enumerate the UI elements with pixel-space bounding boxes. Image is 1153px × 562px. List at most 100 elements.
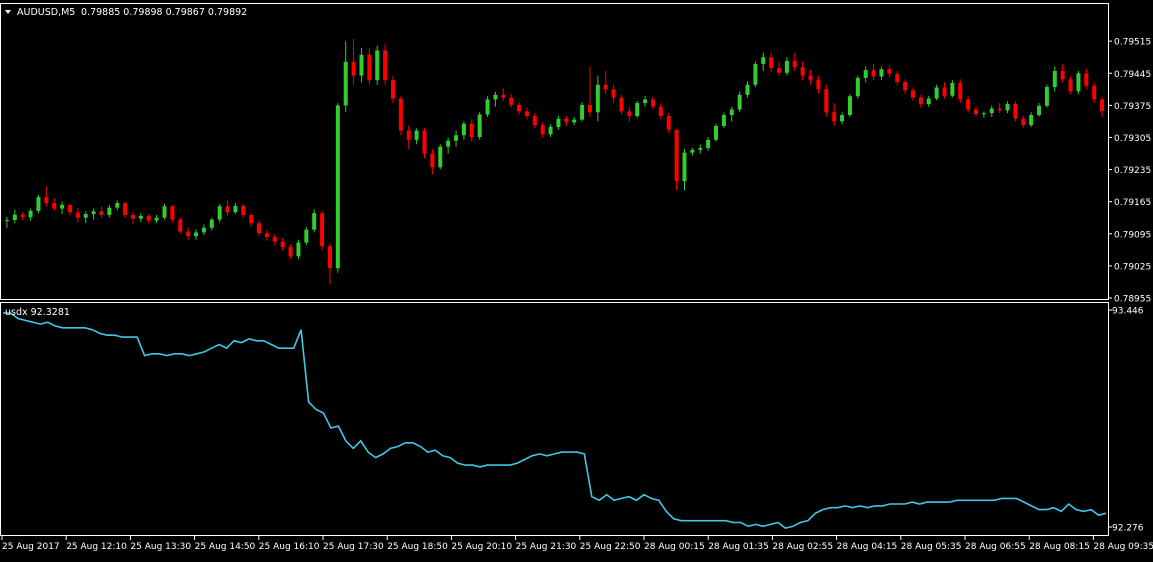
candle-body [75,212,80,218]
candle-body [36,197,41,211]
time-tick-label: 25 Aug 2017 [2,542,60,552]
candle-body [375,50,380,81]
candle-body [501,94,506,98]
candle [398,96,403,136]
candle-body [950,82,955,96]
time-tick-label: 25 Aug 12:10 [66,542,127,552]
candle-body [1013,104,1018,119]
candle [847,93,852,117]
candle-body [682,152,687,182]
candle-body [272,237,277,242]
candle-body [178,219,183,232]
candle-body [509,97,514,105]
candle-body [335,105,340,269]
time-tick-label: 28 Aug 01:35 [708,542,769,552]
candle-body [532,115,537,126]
candle-body [690,149,695,153]
time-tick-label: 25 Aug 16:10 [259,542,320,552]
candle [580,102,585,122]
candle-body [44,197,49,204]
candle-body [910,90,915,98]
candle-body [658,106,663,116]
time-tick-label: 28 Aug 00:15 [644,542,705,552]
candle-body [83,214,88,218]
price-tick-label: 0.79305 [1114,134,1151,144]
indicator-label: usdx 92.3281 [5,307,70,318]
candle-body [934,87,939,99]
candle-body [241,205,246,215]
candle-body [619,97,624,112]
price-tick-label: 0.79515 [1114,38,1151,48]
candle-body [288,247,293,257]
candle-body [769,57,774,69]
candle-body [233,205,238,213]
candle [824,84,829,117]
candle [217,203,222,223]
time-tick-label: 28 Aug 02:55 [772,542,833,552]
candle [635,100,640,118]
time-tick-label: 28 Aug 08:15 [1029,542,1090,552]
price-axis: 0.79515 0.79445 0.79375 0.79305 0.79235 0.791… [1108,38,1151,305]
candle-body [926,98,931,105]
candle-body [792,60,797,68]
candle-body [580,104,585,120]
candle-body [1005,104,1010,111]
price-tick-label: 0.79445 [1114,70,1151,80]
candle-body [887,69,892,74]
candle-body [1076,73,1081,92]
candle-body [1084,73,1089,86]
candle-body [666,115,671,130]
candle-body [454,135,459,141]
candle-body [989,108,994,114]
candle-body [138,215,143,219]
candle-body [4,220,9,222]
candle-body [154,217,159,221]
candle [335,103,340,273]
candle [375,45,380,85]
time-tick-label: 28 Aug 05:35 [901,542,962,552]
candle-body [67,204,72,213]
candle-body [635,103,640,116]
candle-body [1100,99,1105,112]
price-tick-label: 0.79235 [1114,166,1151,176]
time-tick-label: 28 Aug 04:15 [837,542,898,552]
candle-body [517,104,522,112]
candle-body [729,109,734,116]
candle [304,226,309,246]
candle-body [225,206,230,213]
candle-body [162,206,167,218]
candle-body [903,81,908,91]
candle-body [737,94,742,110]
candle-body [1029,115,1034,126]
quote-values: 0.79885 0.79898 0.79867 0.79892 [81,7,247,18]
candle-body [107,207,112,215]
candle-body [264,233,269,238]
candle-body [847,96,852,116]
candle-body [438,146,443,168]
candle-body [146,215,151,221]
chart-window: 0.79515 0.79445 0.79375 0.79305 0.79235 0.791… [0,0,1153,558]
candle-body [320,213,325,247]
candle-body [1092,85,1097,100]
candle-body [840,115,845,122]
candle-body [706,139,711,149]
candle-body [351,61,356,76]
candle-body [556,118,561,127]
price-tick-label: 0.79095 [1114,230,1151,240]
candle-body [643,99,648,104]
candle-body [974,109,979,115]
candle [1013,101,1018,122]
candle-body [1037,105,1042,116]
candle-body [761,57,766,65]
usdx-tick-label: 92.276 [1112,524,1144,534]
candle-body [430,153,435,168]
candle-body [28,210,33,218]
candle-body [997,108,1002,111]
time-tick-label: 25 Aug 14:50 [195,542,256,552]
candle-body [12,214,17,221]
candle-body [572,119,577,123]
candle-body [958,82,963,100]
candle-body [879,69,884,77]
candle [855,75,860,99]
candle-body [312,213,317,230]
